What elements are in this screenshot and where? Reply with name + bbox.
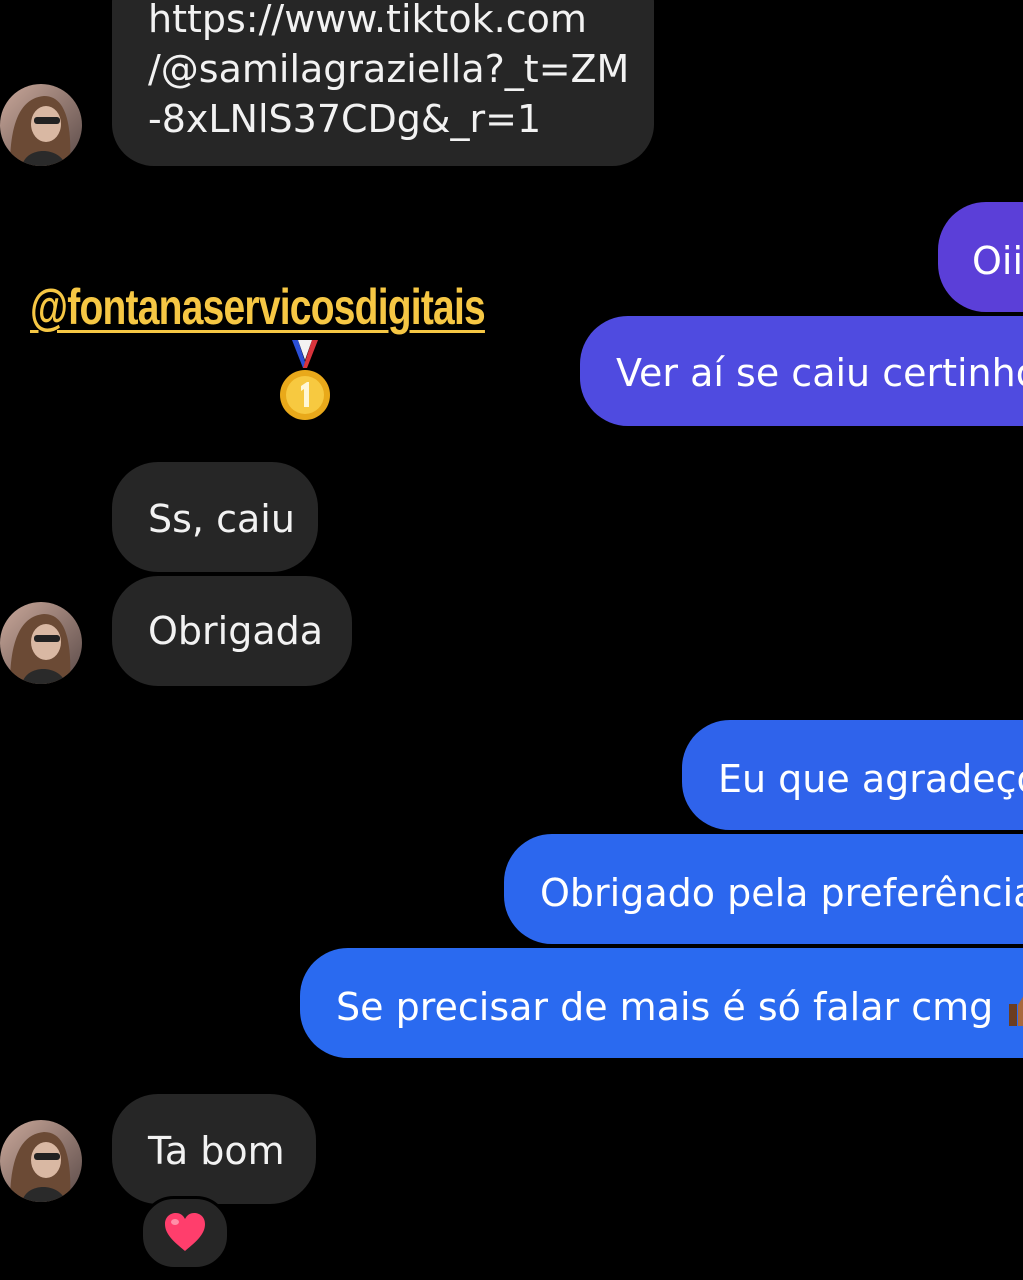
outgoing-message-se-precisar[interactable]: Se precisar de mais é só falar cmg [300,948,1023,1058]
chat-screen: https://www.tiktok.com /@samilagraziella… [0,0,1023,1280]
avatar-image [0,84,82,166]
message-text: Obrigado pela preferência [540,871,1023,915]
thumbs-up-icon [1009,996,1023,1026]
contact-avatar[interactable] [0,602,82,684]
message-text: Eu que agradeço [718,757,1023,801]
link-text-line-1: https://www.tiktok.com [148,0,587,41]
link-text-line-2: /@samilagraziella?_t=ZM [148,47,630,92]
watermark-handle: @fontanaservicosdigitais [30,279,486,335]
avatar-image [0,1120,82,1202]
incoming-message-ss-caiu[interactable]: Ss, caiu [112,462,318,572]
incoming-link-message[interactable]: https://www.tiktok.com /@samilagraziella… [112,0,654,166]
avatar-image [0,602,82,684]
red-heart-icon [165,1213,205,1251]
first-place-medal-icon [280,340,330,420]
outgoing-message-obrigado-pref[interactable]: Obrigado pela preferência [504,834,1023,944]
message-text: Obrigada [148,609,324,653]
message-reaction[interactable] [140,1196,230,1270]
message-text: Se precisar de mais é só falar cmg [336,985,994,1029]
message-text: Ta bom [148,1129,285,1173]
outgoing-message-eu-que[interactable]: Eu que agradeço [682,720,1023,830]
incoming-message-obrigada[interactable]: Obrigada [112,576,352,686]
incoming-message-ta-bom[interactable]: Ta bom [112,1094,316,1204]
contact-avatar[interactable] [0,84,82,166]
contact-avatar[interactable] [0,1120,82,1202]
message-text: Oii [972,239,1023,283]
outgoing-message-ver-ai[interactable]: Ver aí se caiu certinho [580,316,1023,426]
message-text: Ss, caiu [148,497,295,541]
outgoing-message-oii[interactable]: Oii [938,202,1023,312]
link-text-line-3: -8xLNlS37CDg&_r=1 [148,97,542,142]
message-text: Ver aí se caiu certinho [616,351,1023,395]
